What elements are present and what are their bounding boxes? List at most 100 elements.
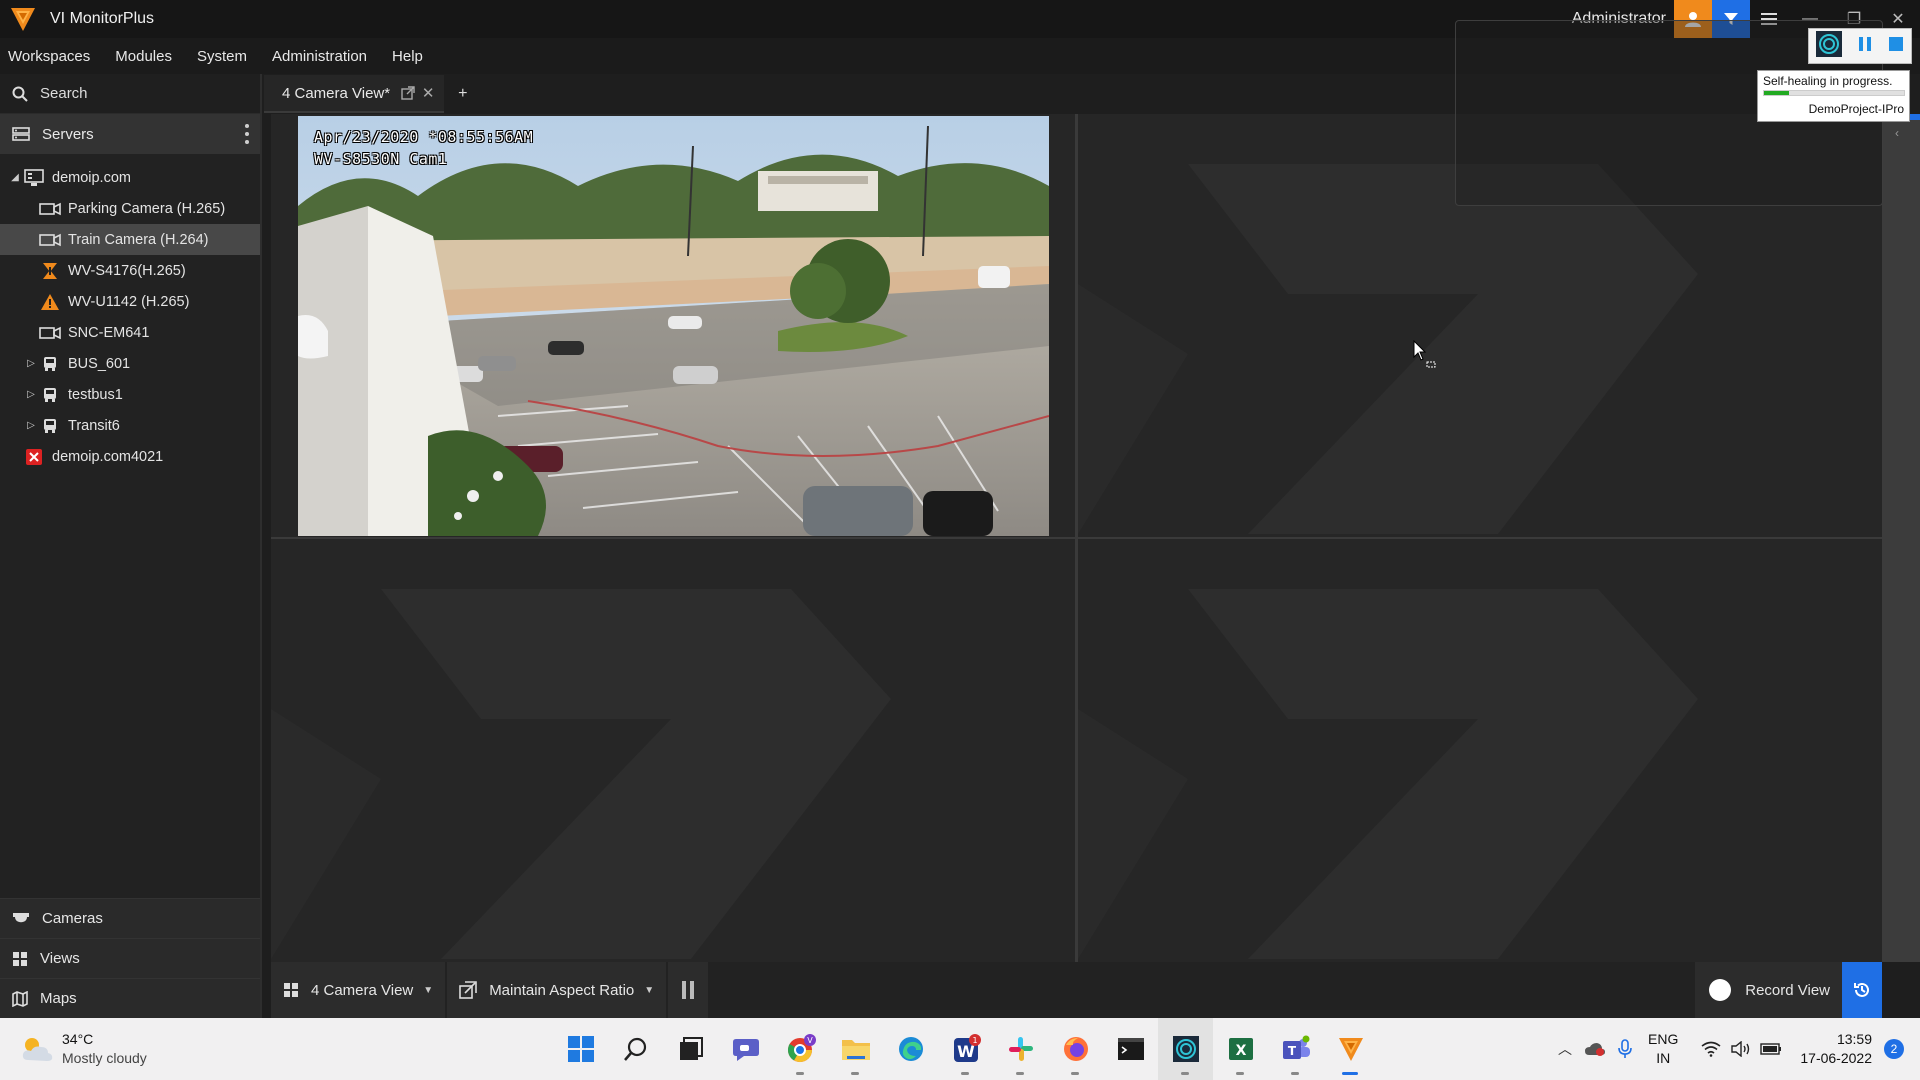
camera-icon bbox=[38, 230, 62, 250]
tree-item-parking-camera[interactable]: Parking Camera (H.265) bbox=[0, 193, 260, 224]
pause-healing-icon[interactable] bbox=[1856, 35, 1874, 57]
self-healing-app-icon[interactable] bbox=[1815, 30, 1843, 62]
running-indicator bbox=[1016, 1072, 1024, 1075]
svg-text:V: V bbox=[807, 1036, 813, 1045]
aspect-ratio-dropdown[interactable]: Maintain Aspect Ratio ▼ bbox=[447, 962, 667, 1018]
camera-feed-image[interactable]: Apr/23/2020 *08:55:56AM WV-S8530N Cam1 bbox=[298, 116, 1049, 536]
record-icon bbox=[1709, 979, 1732, 1001]
video-tile-4[interactable] bbox=[1078, 539, 1882, 962]
mouse-cursor-icon bbox=[1413, 339, 1437, 374]
tab-4-camera-view[interactable]: 4 Camera View* ✕ bbox=[264, 75, 445, 113]
firefox-icon bbox=[1063, 1037, 1088, 1061]
running-indicator bbox=[1236, 1072, 1244, 1075]
menu-help[interactable]: Help bbox=[388, 48, 427, 65]
popout-icon[interactable] bbox=[400, 85, 416, 101]
empty-tile-watermark-icon bbox=[1078, 589, 1698, 959]
add-tab-button[interactable]: + bbox=[458, 85, 467, 103]
pause-all-button[interactable] bbox=[668, 962, 709, 1018]
bus-icon bbox=[38, 385, 62, 405]
tree-item-bus-601[interactable]: ▷ BUS_601 bbox=[0, 348, 260, 379]
tree-item-snc-em641[interactable]: SNC-EM641 bbox=[0, 317, 260, 348]
collapsed-arrow-icon[interactable]: ▷ bbox=[24, 420, 38, 431]
vi-monitorplus-button[interactable] bbox=[1323, 1018, 1378, 1080]
system-clock[interactable]: 13:59 17-06-2022 bbox=[1800, 1030, 1872, 1068]
terminal-icon bbox=[1117, 1038, 1144, 1060]
language-indicator[interactable]: ENG IN bbox=[1648, 1030, 1678, 1068]
nav-cameras[interactable]: Cameras bbox=[0, 898, 260, 938]
record-view-button[interactable]: Record View bbox=[1695, 962, 1844, 1018]
excel-button[interactable]: X bbox=[1213, 1018, 1268, 1080]
excel-icon: X bbox=[1228, 1038, 1253, 1060]
tree-item-train-camera[interactable]: Train Camera (H.264) bbox=[0, 224, 260, 255]
self-healing-app-button[interactable] bbox=[1158, 1018, 1213, 1080]
instant-replay-button[interactable] bbox=[1842, 962, 1882, 1018]
expanded-arrow-icon[interactable]: ◢ bbox=[8, 172, 22, 183]
self-healing-status: Self-healing in progress. bbox=[1763, 74, 1893, 88]
onedrive-error-icon[interactable] bbox=[1580, 1018, 1610, 1080]
start-button[interactable] bbox=[553, 1018, 608, 1080]
tree-item-transit6[interactable]: ▷ Transit6 bbox=[0, 410, 260, 441]
tree-item-demoip-com4021[interactable]: demoip.com4021 bbox=[0, 441, 260, 472]
view-layout-dropdown[interactable]: 4 Camera View ▼ bbox=[271, 962, 446, 1018]
language-primary: ENG bbox=[1648, 1031, 1679, 1047]
collapsed-arrow-icon[interactable]: ▷ bbox=[24, 389, 38, 400]
tree-item-label: SNC-EM641 bbox=[68, 324, 150, 341]
video-tile-1[interactable]: Apr/23/2020 *08:55:56AM WV-S8530N Cam1 bbox=[271, 114, 1075, 537]
battery-icon[interactable] bbox=[1756, 1018, 1786, 1080]
microphone-icon[interactable] bbox=[1610, 1018, 1640, 1080]
video-tile-3[interactable] bbox=[271, 539, 1075, 962]
partly-cloudy-icon bbox=[22, 1038, 53, 1061]
collapse-panel-icon[interactable]: ‹ bbox=[1895, 126, 1899, 140]
stop-healing-icon[interactable] bbox=[1887, 35, 1905, 57]
close-tab-icon[interactable]: ✕ bbox=[420, 85, 436, 102]
slack-button[interactable] bbox=[993, 1018, 1048, 1080]
server-error-icon bbox=[22, 447, 46, 467]
taskbar-search-button[interactable] bbox=[608, 1018, 663, 1080]
tree-item-label: Train Camera (H.264) bbox=[68, 231, 209, 248]
teams-button[interactable]: T bbox=[1268, 1018, 1323, 1080]
chevron-down-icon: ▼ bbox=[644, 984, 655, 996]
tree-item-label: WV-U1142 (H.265) bbox=[68, 293, 190, 310]
chat-app-button[interactable] bbox=[718, 1018, 773, 1080]
task-view-button[interactable] bbox=[663, 1018, 718, 1080]
tree-item-label: demoip.com4021 bbox=[52, 448, 164, 465]
nav-cameras-label: Cameras bbox=[42, 910, 103, 927]
menu-system[interactable]: System bbox=[193, 48, 251, 65]
wifi-icon[interactable] bbox=[1696, 1018, 1726, 1080]
tab-label: 4 Camera View* bbox=[282, 84, 391, 102]
collapsed-arrow-icon[interactable]: ▷ bbox=[24, 358, 38, 369]
file-explorer-button[interactable] bbox=[828, 1018, 883, 1080]
tree-item-wv-u1142[interactable]: WV-U1142 (H.265) bbox=[0, 286, 260, 317]
right-panel-strip[interactable]: ‹ bbox=[1882, 114, 1920, 962]
tree-item-testbus1[interactable]: ▷ testbus1 bbox=[0, 379, 260, 410]
menu-modules[interactable]: Modules bbox=[111, 48, 176, 65]
chrome-button[interactable]: V bbox=[773, 1018, 828, 1080]
edge-button[interactable] bbox=[883, 1018, 938, 1080]
servers-options-icon[interactable] bbox=[244, 124, 250, 144]
firefox-button[interactable] bbox=[1048, 1018, 1103, 1080]
weather-widget[interactable]: 34°C Mostly cloudy bbox=[20, 1030, 147, 1068]
servers-header[interactable]: Servers bbox=[0, 114, 260, 154]
app-logo-icon bbox=[1338, 1038, 1363, 1061]
tree-item-wv-s4176[interactable]: WV-S4176(H.265) bbox=[0, 255, 260, 286]
terminal-button[interactable] bbox=[1103, 1018, 1158, 1080]
menu-workspaces[interactable]: Workspaces bbox=[4, 48, 94, 65]
server-icon bbox=[22, 168, 46, 188]
nav-views[interactable]: Views bbox=[0, 938, 260, 978]
map-icon bbox=[12, 990, 28, 1007]
nav-maps[interactable]: Maps bbox=[0, 978, 260, 1018]
tree-item-label: Transit6 bbox=[68, 417, 120, 434]
empty-tile-watermark-icon bbox=[271, 589, 891, 959]
sidebar-search[interactable]: Search bbox=[0, 74, 260, 114]
running-indicator bbox=[796, 1072, 804, 1075]
volume-icon[interactable] bbox=[1726, 1018, 1756, 1080]
tray-overflow-icon[interactable]: ︿ bbox=[1550, 1018, 1580, 1080]
teams-work-button[interactable]: W1 bbox=[938, 1018, 993, 1080]
self-healing-controls bbox=[1808, 28, 1912, 64]
aspect-ratio-label: Maintain Aspect Ratio bbox=[489, 981, 635, 999]
tree-item-demoip-com[interactable]: ◢ demoip.com bbox=[0, 162, 260, 193]
notification-badge[interactable]: 2 bbox=[1884, 1039, 1904, 1059]
menu-administration[interactable]: Administration bbox=[268, 48, 371, 65]
grid-icon bbox=[284, 983, 298, 997]
osd-camera-name: WV-S8530N Cam1 bbox=[314, 150, 448, 168]
